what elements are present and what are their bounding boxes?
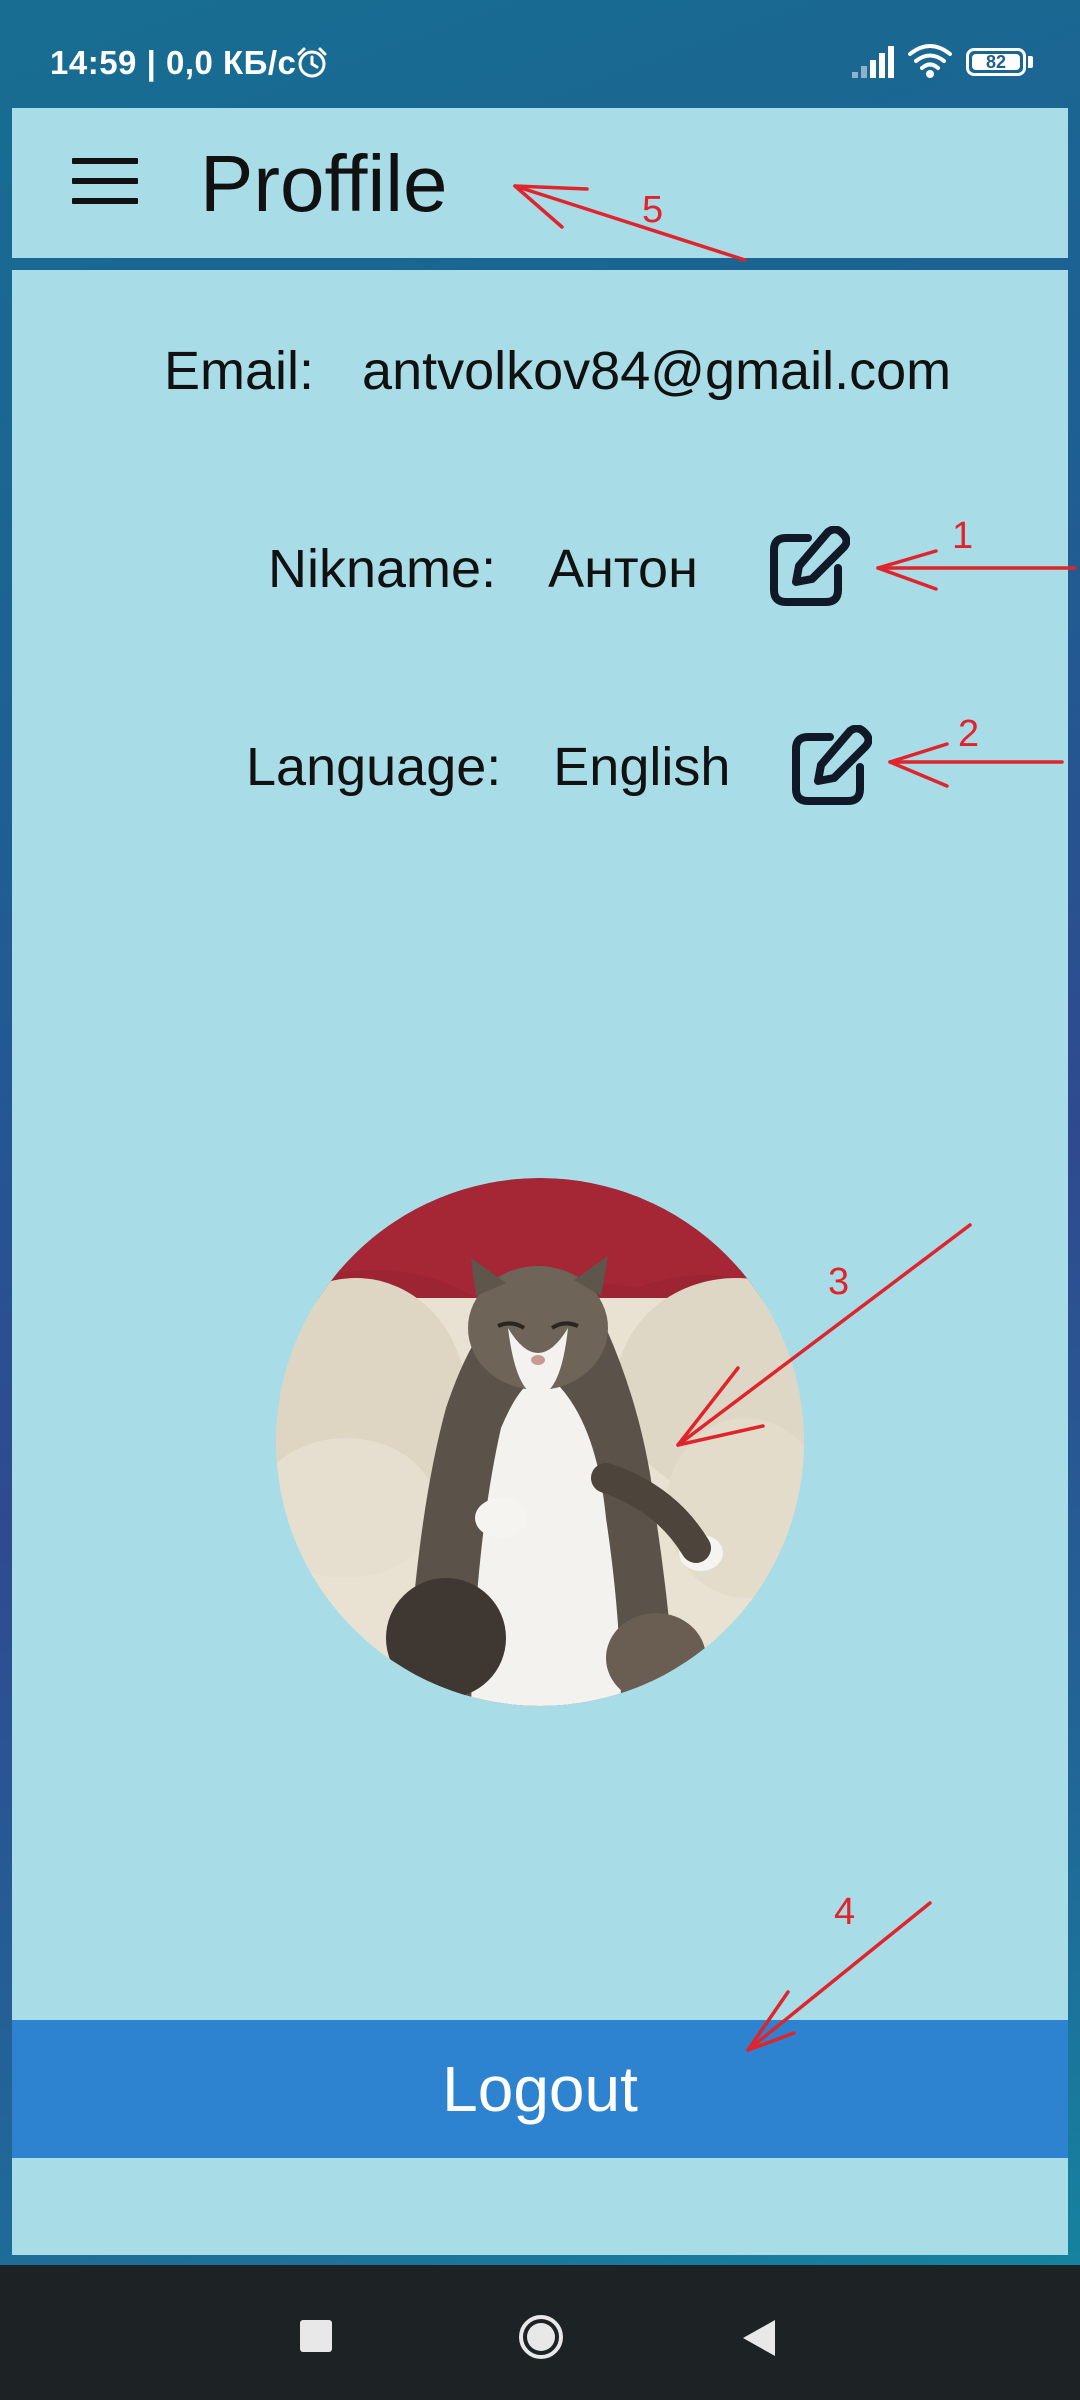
profile-content: Email: antvolkov84@gmail.com Nikname: Анто…: [12, 270, 1068, 2255]
edit-language-button[interactable]: [786, 725, 872, 811]
language-row: Language: English: [246, 736, 730, 798]
back-icon[interactable]: [741, 2318, 777, 2358]
page-title: Proffile: [200, 139, 448, 228]
menu-icon[interactable]: [72, 158, 138, 206]
avatar[interactable]: [276, 1178, 804, 1706]
signal-icon: [852, 46, 894, 78]
home-icon[interactable]: [517, 2313, 565, 2361]
email-label: Email:: [164, 341, 315, 401]
app-bar: Proffile: [12, 108, 1068, 258]
language-value: English: [553, 737, 731, 797]
language-label: Language:: [246, 737, 502, 797]
nickname-value: Антон: [548, 539, 698, 599]
email-value: antvolkov84@gmail.com: [362, 341, 952, 401]
battery-tip: [1028, 56, 1033, 68]
recents-icon[interactable]: [300, 2320, 332, 2352]
nickname-label: Nikname:: [268, 539, 497, 599]
nickname-row: Nikname: Антон: [268, 538, 698, 600]
status-bar: 14:59 | 0,0 КБ/с 82: [0, 0, 1080, 108]
logout-button[interactable]: Logout: [12, 2020, 1068, 2158]
edit-nickname-button[interactable]: [764, 526, 850, 612]
wifi-icon: [908, 44, 952, 78]
battery-level: 82: [972, 53, 1020, 71]
email-row: Email: antvolkov84@gmail.com: [164, 340, 951, 402]
alarm-icon: [297, 47, 327, 78]
battery-icon: 82: [966, 48, 1026, 76]
status-time-speed: 14:59 | 0,0 КБ/с: [50, 44, 297, 81]
